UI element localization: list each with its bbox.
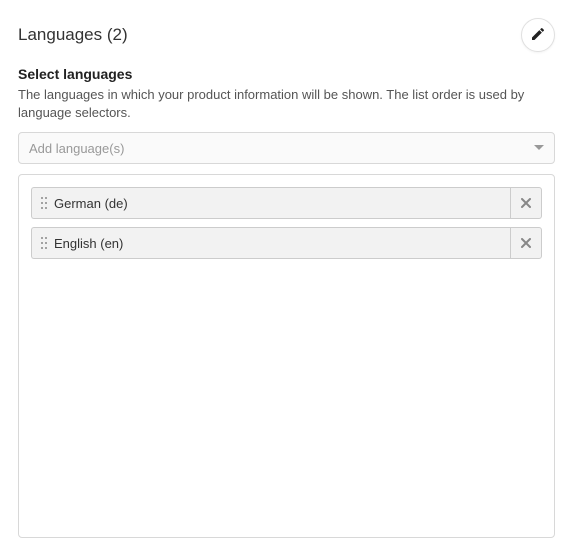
pencil-icon [530, 26, 546, 45]
list-item: German (de) [31, 187, 542, 219]
remove-language-button[interactable] [510, 187, 542, 219]
chevron-down-icon [534, 140, 544, 156]
section-description: The languages in which your product info… [18, 86, 555, 122]
language-label: English (en) [54, 236, 123, 251]
language-list-panel: German (de) English (en) [18, 174, 555, 538]
close-icon [521, 235, 531, 251]
page-title: Languages (2) [18, 25, 128, 45]
language-item[interactable]: English (en) [31, 227, 510, 259]
drag-handle-icon[interactable] [40, 236, 48, 250]
add-language-dropdown[interactable]: Add language(s) [18, 132, 555, 164]
remove-language-button[interactable] [510, 227, 542, 259]
dropdown-placeholder: Add language(s) [29, 141, 124, 156]
language-item[interactable]: German (de) [31, 187, 510, 219]
edit-button[interactable] [521, 18, 555, 52]
list-item: English (en) [31, 227, 542, 259]
section-heading: Select languages [18, 66, 555, 82]
drag-handle-icon[interactable] [40, 196, 48, 210]
language-label: German (de) [54, 196, 128, 211]
close-icon [521, 195, 531, 211]
header-row: Languages (2) [18, 18, 555, 52]
